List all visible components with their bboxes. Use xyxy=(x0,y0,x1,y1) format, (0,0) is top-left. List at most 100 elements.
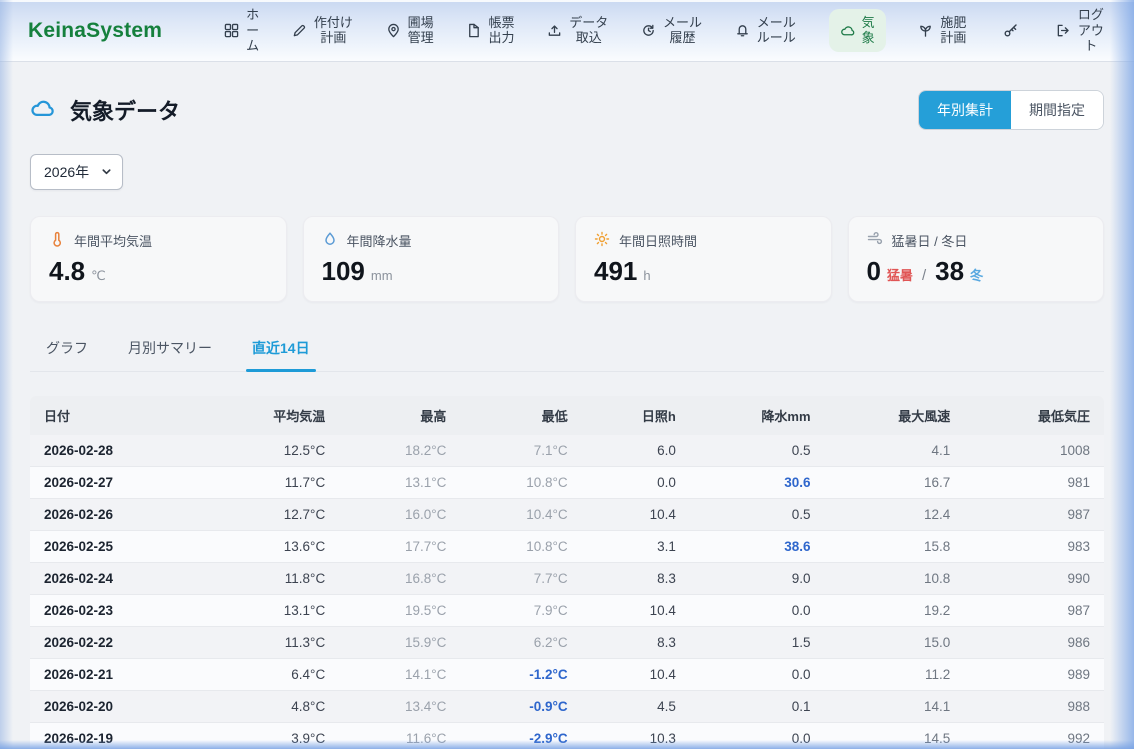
cell-min-pressure: 986 xyxy=(964,626,1104,658)
col-min-temp: 最低 xyxy=(460,396,581,435)
table-row: 2026-02-19 3.9°C 11.6°C -2.9°C 10.3 0.0 … xyxy=(30,722,1104,749)
cell-max-temp: 18.2°C xyxy=(339,435,460,467)
cell-rainfall: 0.5 xyxy=(690,498,825,530)
map-pin-icon xyxy=(386,23,401,38)
nav-item-weather[interactable]: 気 象 xyxy=(829,9,886,53)
hot-days-value: 0 xyxy=(867,257,881,286)
nav-item-data-import[interactable]: データ 取込 xyxy=(547,15,608,47)
view-toggle: 年別集計 期間指定 xyxy=(918,90,1104,130)
cell-avg-temp: 11.7°C xyxy=(199,466,339,498)
pencil-icon xyxy=(292,23,307,38)
cell-date: 2026-02-25 xyxy=(30,530,199,562)
table-row: 2026-02-20 4.8°C 13.4°C -0.9°C 4.5 0.1 1… xyxy=(30,690,1104,722)
cell-rainfall: 1.5 xyxy=(690,626,825,658)
cell-max-wind: 11.2 xyxy=(825,658,965,690)
chevron-down-icon xyxy=(101,164,112,180)
stat-cards: 年間平均気温 4.8 ℃ 年間降水量 109 mm 年間日照時間 4 xyxy=(30,216,1104,302)
cell-sunshine: 3.1 xyxy=(582,530,690,562)
nav-item-logout[interactable]: ログ アウ ト xyxy=(1056,7,1104,55)
cell-max-temp: 16.8°C xyxy=(339,562,460,594)
cell-rainfall: 0.0 xyxy=(690,722,825,749)
cell-min-pressure: 988 xyxy=(964,690,1104,722)
cell-max-temp: 13.4°C xyxy=(339,690,460,722)
toggle-period-select[interactable]: 期間指定 xyxy=(1011,91,1103,129)
brand-logo[interactable]: KeinaSystem xyxy=(28,19,162,43)
cell-max-wind: 19.2 xyxy=(825,594,965,626)
nav-item-field-management[interactable]: 圃場 管理 xyxy=(386,15,434,47)
cell-max-wind: 14.5 xyxy=(825,722,965,749)
weather-table: 日付 平均気温 最高 最低 日照h 降水mm 最大風速 最低気圧 2026-02… xyxy=(30,396,1104,749)
cell-max-wind: 15.0 xyxy=(825,626,965,658)
cell-avg-temp: 13.6°C xyxy=(199,530,339,562)
cell-max-temp: 13.1°C xyxy=(339,466,460,498)
cell-max-wind: 16.7 xyxy=(825,466,965,498)
cell-date: 2026-02-24 xyxy=(30,562,199,594)
nav-item-fertilizer-plan[interactable]: 施肥 計画 xyxy=(918,15,966,47)
top-navbar: KeinaSystem ホ ー ム 作付け 計画 圃場 管理 帳票 出力 データ… xyxy=(0,0,1134,62)
nav-item-label: 気 象 xyxy=(862,15,875,47)
thermometer-icon xyxy=(49,231,65,250)
cell-sunshine: 10.3 xyxy=(582,722,690,749)
nav-item-planting-plan[interactable]: 作付け 計画 xyxy=(292,15,353,47)
cell-max-temp: 14.1°C xyxy=(339,658,460,690)
page-title: 気象データ xyxy=(70,94,180,126)
stat-label: 年間日照時間 xyxy=(619,231,697,250)
cell-max-wind: 12.4 xyxy=(825,498,965,530)
data-tabs: グラフ 月別サマリー 直近14日 xyxy=(30,332,1104,372)
cell-rainfall: 0.0 xyxy=(690,594,825,626)
table-row: 2026-02-26 12.7°C 16.0°C 10.4°C 10.4 0.5… xyxy=(30,498,1104,530)
cell-sunshine: 10.4 xyxy=(582,498,690,530)
wind-icon xyxy=(867,231,883,250)
nav-item-label: メール ルール xyxy=(757,15,796,47)
nav-item-password-key[interactable] xyxy=(999,18,1023,42)
nav-item-mail-history[interactable]: メール 履歴 xyxy=(641,15,702,47)
cell-avg-temp: 11.3°C xyxy=(199,626,339,658)
cell-date: 2026-02-22 xyxy=(30,626,199,658)
cell-date: 2026-02-21 xyxy=(30,658,199,690)
year-select[interactable]: 2026年 xyxy=(30,154,123,190)
nav-item-label: 帳票 出力 xyxy=(488,15,514,47)
tab-monthly-summary[interactable]: 月別サマリー xyxy=(126,332,214,371)
cell-avg-temp: 12.7°C xyxy=(199,498,339,530)
cell-min-temp: 7.7°C xyxy=(460,562,581,594)
cell-max-temp: 19.5°C xyxy=(339,594,460,626)
cell-sunshine: 10.4 xyxy=(582,658,690,690)
sun-icon xyxy=(594,231,610,250)
cell-max-wind: 4.1 xyxy=(825,435,965,467)
sprout-icon xyxy=(918,23,933,38)
cell-avg-temp: 11.8°C xyxy=(199,562,339,594)
cell-rainfall: 30.6 xyxy=(690,466,825,498)
toggle-yearly-summary[interactable]: 年別集計 xyxy=(919,91,1011,129)
cell-max-temp: 11.6°C xyxy=(339,722,460,749)
cell-min-temp: 7.1°C xyxy=(460,435,581,467)
stat-label: 年間降水量 xyxy=(347,231,412,250)
stat-label: 猛暑日 / 冬日 xyxy=(892,231,968,250)
cell-min-temp: -1.2°C xyxy=(460,658,581,690)
stat-value: 491 xyxy=(594,257,637,286)
nav-item-home[interactable]: ホ ー ム xyxy=(224,7,259,55)
stat-value: 4.8 xyxy=(49,257,85,286)
value-separator: / xyxy=(922,267,926,284)
nav-item-label: 作付け 計画 xyxy=(314,15,353,47)
nav-item-mail-rules[interactable]: メール ルール xyxy=(735,15,796,47)
cell-min-pressure: 990 xyxy=(964,562,1104,594)
tab-graph[interactable]: グラフ xyxy=(44,332,90,371)
cloud-icon xyxy=(840,23,855,38)
cell-avg-temp: 6.4°C xyxy=(199,658,339,690)
cell-min-temp: -0.9°C xyxy=(460,690,581,722)
nav-item-label: ホ ー ム xyxy=(246,7,259,55)
col-max-temp: 最高 xyxy=(339,396,460,435)
cell-avg-temp: 12.5°C xyxy=(199,435,339,467)
table-row: 2026-02-24 11.8°C 16.8°C 7.7°C 8.3 9.0 1… xyxy=(30,562,1104,594)
cell-max-wind: 14.1 xyxy=(825,690,965,722)
tab-recent-14-days[interactable]: 直近14日 xyxy=(250,332,312,371)
cell-date: 2026-02-19 xyxy=(30,722,199,749)
cell-sunshine: 8.3 xyxy=(582,626,690,658)
cell-min-temp: 10.8°C xyxy=(460,466,581,498)
stat-unit: ℃ xyxy=(91,268,106,284)
cell-avg-temp: 13.1°C xyxy=(199,594,339,626)
nav-item-report-output[interactable]: 帳票 出力 xyxy=(466,15,514,47)
cell-max-temp: 17.7°C xyxy=(339,530,460,562)
weather-table-header: 日付 平均気温 最高 最低 日照h 降水mm 最大風速 最低気圧 xyxy=(30,396,1104,435)
year-select-value: 2026年 xyxy=(44,162,89,182)
